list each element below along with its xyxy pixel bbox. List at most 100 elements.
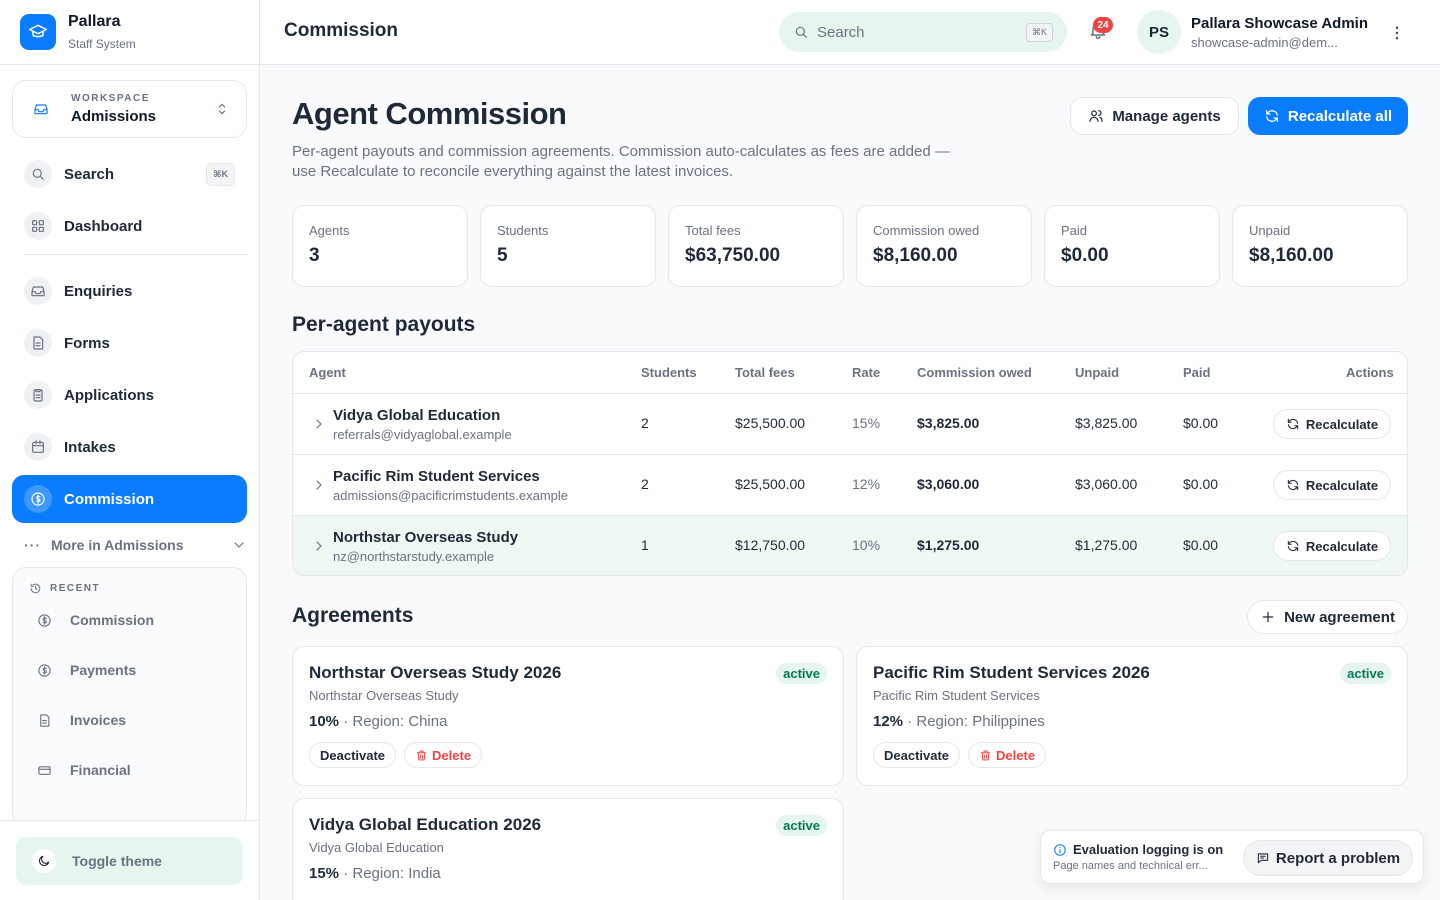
deactivate-button[interactable]: Deactivate	[873, 742, 961, 768]
chevron-right-icon[interactable]	[311, 477, 327, 493]
cell-total-fees: $12,750.00	[735, 537, 806, 553]
recalculate-all-button[interactable]: Recalculate all	[1248, 97, 1408, 135]
table-row[interactable]: Pacific Rim Student Services admissions@…	[293, 454, 1407, 515]
status-badge: active	[1340, 663, 1391, 684]
notification-badge: 24	[1093, 17, 1113, 33]
toggle-theme-button[interactable]: Toggle theme	[16, 837, 243, 885]
column-header[interactable]: Commission owed	[917, 365, 1032, 380]
sidebar-item-enquiries[interactable]: Enquiries	[12, 267, 247, 315]
manage-agents-button[interactable]: Manage agents	[1070, 97, 1239, 135]
column-header[interactable]: Agent	[309, 365, 346, 380]
agreement-title: Northstar Overseas Study 2026	[309, 663, 562, 682]
recalculate-button[interactable]: Recalculate	[1273, 470, 1391, 500]
nav-divider	[24, 254, 247, 255]
users-icon	[1089, 110, 1103, 122]
refresh-icon	[1287, 418, 1299, 430]
cell-unpaid: $1,275.00	[1075, 537, 1138, 553]
recent-item-invoices[interactable]: Invoices	[13, 695, 246, 745]
column-header[interactable]: Students	[641, 365, 697, 380]
agreements-heading: Agreements	[292, 604, 414, 627]
credit-card-icon	[38, 765, 51, 775]
recent-item-payments[interactable]: Payments	[13, 645, 246, 695]
user-name: Pallara Showcase Admin	[1191, 15, 1369, 32]
agreement-title: Pacific Rim Student Services 2026	[873, 663, 1150, 682]
sidebar-item-label: Enquiries	[64, 282, 133, 300]
stat-commission-owed: Commission owed $8,160.00	[856, 205, 1032, 287]
agent-name: Northstar Overseas Study	[333, 529, 519, 546]
user-info[interactable]: Pallara Showcase Admin showcase-admin@de…	[1191, 15, 1368, 50]
table-row[interactable]: Vidya Global Education referrals@vidyagl…	[293, 393, 1407, 454]
column-header[interactable]: Paid	[1183, 365, 1210, 380]
column-header: Actions	[1346, 365, 1394, 380]
cell-unpaid: $3,825.00	[1075, 415, 1138, 431]
cell-rate: 10%	[852, 537, 881, 553]
search-icon	[24, 160, 52, 188]
cell-students: 2	[641, 415, 649, 431]
info-icon	[1054, 843, 1066, 856]
stat-students: Students 5	[480, 205, 656, 287]
refresh-icon	[1287, 479, 1299, 491]
agent-email: referrals@vidyaglobal.example	[333, 427, 512, 442]
deactivate-button[interactable]: Deactivate	[309, 742, 397, 768]
brand[interactable]: Pallara Staff System	[0, 0, 259, 65]
header-title: Commission	[284, 20, 399, 41]
cell-rate: 15%	[852, 415, 881, 431]
sidebar-item-dashboard[interactable]: Dashboard	[12, 202, 247, 250]
sidebar-item-label: Commission	[64, 490, 155, 508]
delete-button[interactable]: Delete	[404, 742, 483, 768]
search-icon	[795, 26, 807, 38]
more-in-admissions[interactable]: ··· More in Admissions	[24, 532, 247, 558]
recalculate-button[interactable]: Recalculate	[1273, 409, 1391, 439]
agreement-agent: Northstar Overseas Study	[309, 688, 459, 703]
history-icon	[30, 583, 41, 594]
page-title: Agent Commission	[292, 96, 567, 131]
shortcut-badge: ⌘K	[1025, 22, 1053, 42]
search-input[interactable]: Search ⌘K	[779, 12, 1067, 52]
plus-icon	[1262, 611, 1274, 623]
sidebar-item-commission[interactable]: Commission	[12, 475, 247, 523]
sidebar-item-search[interactable]: Search ⌘K	[12, 150, 247, 198]
avatar[interactable]: PS	[1137, 10, 1181, 54]
document-icon	[24, 329, 52, 357]
recent-panel: RECENT Commission Payments Invoices Fina…	[12, 567, 247, 827]
sidebar-item-intakes[interactable]: Intakes	[12, 423, 247, 471]
sidebar: Pallara Staff System WORKSPACE Admission…	[0, 0, 260, 900]
column-header[interactable]: Unpaid	[1075, 365, 1119, 380]
column-header[interactable]: Total fees	[735, 365, 795, 380]
sidebar-item-applications[interactable]: Applications	[12, 371, 247, 419]
cell-total-fees: $25,500.00	[735, 476, 806, 492]
agent-email: admissions@pacificrimstudents.example	[333, 488, 569, 503]
cell-owed: $3,060.00	[917, 476, 980, 492]
more-vertical-icon[interactable]	[1388, 24, 1406, 42]
chevron-right-icon[interactable]	[311, 416, 327, 432]
recent-item-financial[interactable]: Financial	[13, 745, 246, 795]
recent-heading: RECENT	[13, 568, 246, 595]
agreement-terms: 12% · Region: Philippines	[873, 713, 1045, 730]
cell-total-fees: $25,500.00	[735, 415, 806, 431]
clipboard-icon	[24, 381, 52, 409]
cell-paid: $0.00	[1183, 415, 1219, 431]
report-problem-button[interactable]: Report a problem	[1243, 840, 1413, 876]
stat-unpaid: Unpaid $8,160.00	[1232, 205, 1408, 287]
column-header[interactable]: Rate	[852, 365, 880, 380]
delete-button[interactable]: Delete	[968, 742, 1047, 768]
agreement-agent: Vidya Global Education	[309, 840, 444, 855]
brand-name: Pallara	[68, 13, 121, 30]
workspace-switcher[interactable]: WORKSPACE Admissions	[12, 80, 247, 138]
workspace-label: WORKSPACE	[71, 93, 150, 104]
page-description: Per-agent payouts and commission agreeme…	[292, 143, 950, 180]
trash-icon	[980, 750, 991, 760]
stat-agents: Agents 3	[292, 205, 468, 287]
more-label: More in Admissions	[51, 537, 184, 553]
refresh-icon	[1287, 540, 1299, 552]
table-row[interactable]: Northstar Overseas Study nz@northstarstu…	[293, 515, 1407, 575]
chevron-right-icon[interactable]	[311, 538, 327, 554]
new-agreement-button[interactable]: New agreement	[1247, 600, 1408, 634]
user-email: showcase-admin@dem...	[1191, 35, 1338, 50]
sidebar-item-label: Forms	[64, 334, 110, 352]
recalculate-button[interactable]: Recalculate	[1273, 531, 1391, 561]
recent-item-commission[interactable]: Commission	[13, 595, 246, 645]
sidebar-item-forms[interactable]: Forms	[12, 319, 247, 367]
payouts-table: Agent Students Total fees Rate Commissio…	[292, 351, 1408, 576]
agreement-card: Vidya Global Education 2026 Vidya Global…	[292, 798, 844, 900]
